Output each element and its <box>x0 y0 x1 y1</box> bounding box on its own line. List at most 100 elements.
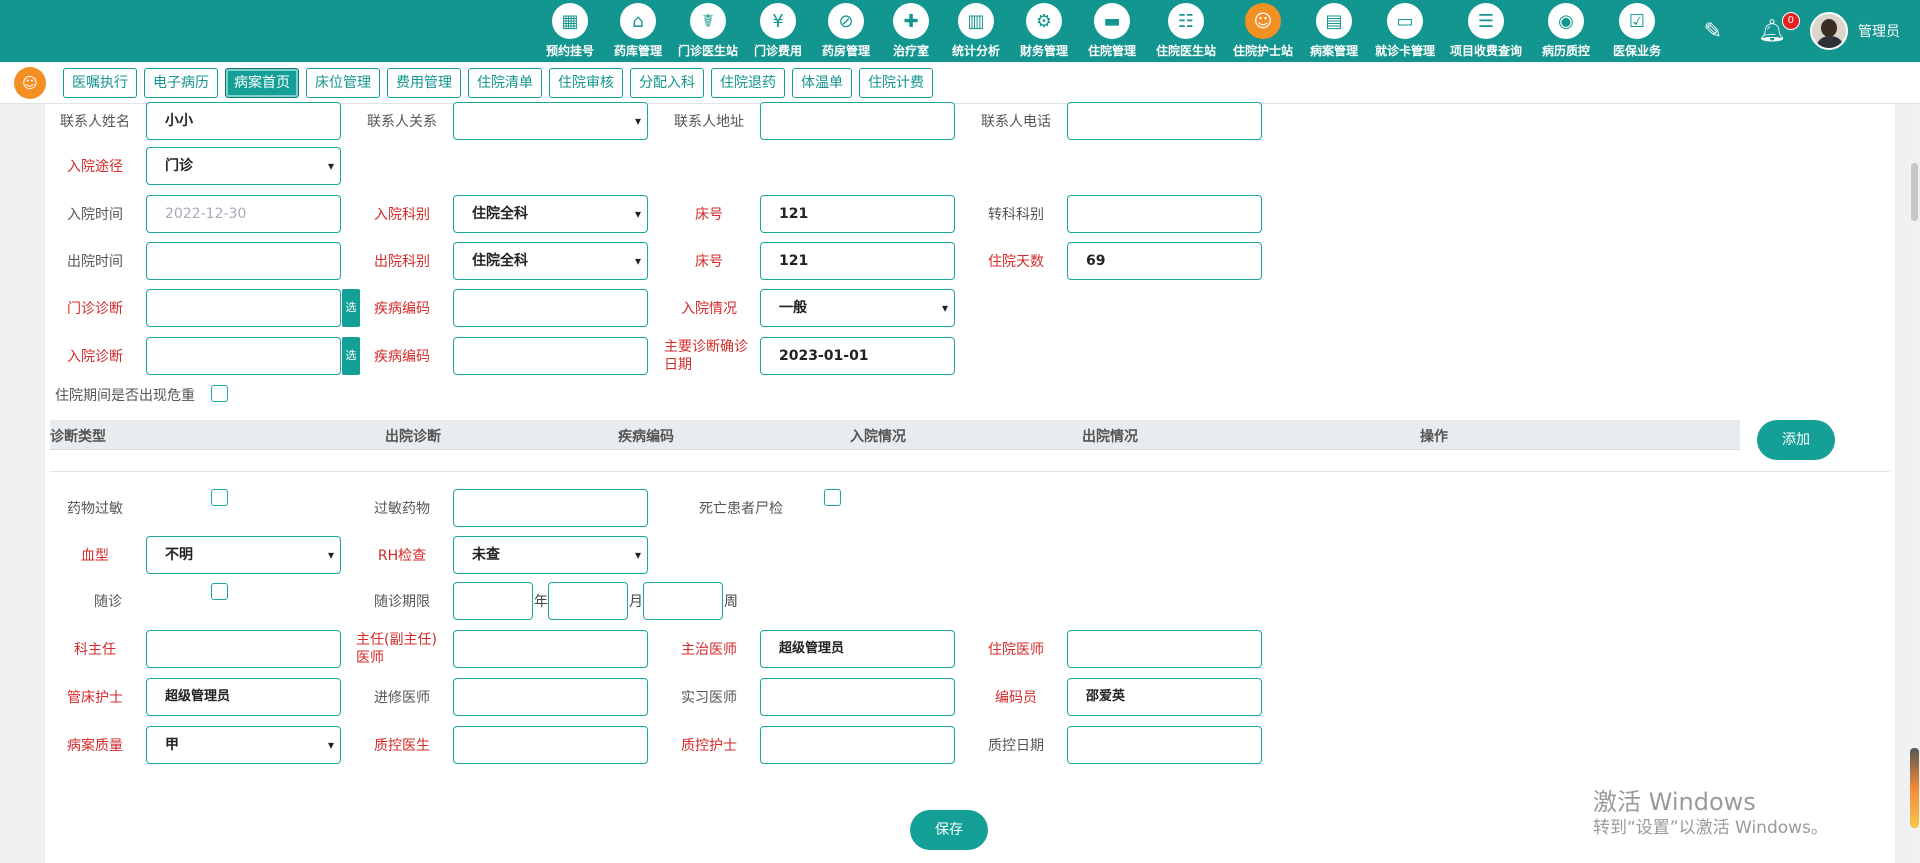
contact-phone-field[interactable] <box>1067 102 1262 140</box>
insurance-icon: ☑ <box>1619 3 1655 39</box>
nav-item-calendar[interactable]: ▦ 预约挂号 <box>536 0 604 62</box>
nav-item-chart[interactable]: ▥ 统计分析 <box>942 0 1010 62</box>
doctor-icon: ☤ <box>690 3 726 39</box>
disease-code-label: 疾病编码 <box>374 301 430 317</box>
contact-address-field[interactable] <box>760 102 955 140</box>
tab-1[interactable]: 电子病历 <box>144 68 218 98</box>
nav-item-insurance[interactable]: ☑ 医保业务 <box>1602 0 1672 62</box>
drug-allergy-checkbox[interactable] <box>211 489 228 506</box>
watermark-line2: 转到“设置”以激活 Windows。 <box>1593 818 1828 838</box>
contact-relation-select[interactable] <box>453 102 648 140</box>
nav-item-record[interactable]: ▤ 病案管理 <box>1300 0 1368 62</box>
nav-item-finance-gear[interactable]: ⚙ 财务管理 <box>1010 0 1078 62</box>
admission-time-field[interactable]: 2022-12-30 <box>146 195 341 233</box>
bell-icon[interactable]: 🔔︎ 0 <box>1758 11 1800 44</box>
unit-month: 月 <box>629 594 643 610</box>
autopsy-checkbox[interactable] <box>824 489 841 506</box>
add-diagnosis-button[interactable]: 添加 <box>1757 420 1835 460</box>
admission-dept-select[interactable]: 住院全科 <box>453 195 648 233</box>
resident-doctor-label: 住院医师 <box>988 642 1044 658</box>
resident-doctor-field[interactable] <box>1067 630 1262 668</box>
avatar[interactable] <box>1810 12 1848 50</box>
discharge-time-field[interactable] <box>146 242 341 280</box>
admission-time-label: 入院时间 <box>67 207 123 223</box>
nav-item-label: 住院医生站 <box>1155 44 1216 58</box>
discharge-time-label: 出院时间 <box>67 254 123 270</box>
tab-0[interactable]: 医嘱执行 <box>63 68 137 98</box>
disease-code-field[interactable] <box>453 289 648 327</box>
nav-item-card[interactable]: ▭ 就诊卡管理 <box>1368 0 1442 62</box>
dept-director-field[interactable] <box>146 630 341 668</box>
blood-type-label: 血型 <box>81 548 109 564</box>
save-button[interactable]: 保存 <box>910 810 988 850</box>
nav-item-warehouse[interactable]: ⌂ 药库管理 <box>604 0 672 62</box>
tab-9[interactable]: 体温单 <box>792 68 852 98</box>
qc-date-label: 质控日期 <box>988 738 1044 754</box>
tab-10[interactable]: 住院计费 <box>859 68 933 98</box>
bed-no2-field[interactable]: 121 <box>760 242 955 280</box>
pencil-icon[interactable]: ✎ <box>1704 19 1722 44</box>
tab-8[interactable]: 住院退药 <box>711 68 785 98</box>
main-diag-date-field[interactable]: 2023-01-01 <box>760 337 955 375</box>
pill-icon: ⊘ <box>828 3 864 39</box>
followup-week-field[interactable] <box>643 582 723 620</box>
transfer-dept-field[interactable] <box>1067 195 1262 233</box>
fee-query-icon: ☰ <box>1468 3 1504 39</box>
user-name[interactable]: 管理员 <box>1858 21 1900 41</box>
tab-2[interactable]: 病案首页 <box>225 68 299 98</box>
calendar-icon: ▦ <box>552 3 588 39</box>
nav-item-quality[interactable]: ◉ 病历质控 <box>1530 0 1602 62</box>
nav-item-pill[interactable]: ⊘ 药房管理 <box>812 0 880 62</box>
scrollbar-thumb[interactable] <box>1911 163 1918 221</box>
bed-icon: ▬ <box>1094 3 1130 39</box>
followup-year-field[interactable] <box>453 582 533 620</box>
admission-condition-select[interactable]: 一般 <box>760 289 955 327</box>
allergy-drug-field[interactable] <box>453 489 648 527</box>
intern-doctor-field[interactable] <box>760 678 955 716</box>
visiting-doctor-field[interactable] <box>453 678 648 716</box>
tab-5[interactable]: 住院清单 <box>468 68 542 98</box>
tab-4[interactable]: 费用管理 <box>387 68 461 98</box>
chief-doctor-field[interactable] <box>453 630 648 668</box>
qc-doctor-field[interactable] <box>453 726 648 764</box>
critical-checkbox[interactable] <box>211 385 228 402</box>
discharge-dept-select[interactable]: 住院全科 <box>453 242 648 280</box>
rh-select[interactable]: 未查 <box>453 536 648 574</box>
contact-name-field[interactable]: 小小 <box>146 102 341 140</box>
tab-6[interactable]: 住院审核 <box>549 68 623 98</box>
tab-7[interactable]: 分配入科 <box>630 68 704 98</box>
medical-record-home-form: 联系人姓名 小小 联系人关系 联系人地址 联系人电话 入院途径 门诊 入院时间 … <box>45 102 1895 863</box>
bed-no2-label: 床号 <box>695 254 723 270</box>
coder-field[interactable]: 邵爱英 <box>1067 678 1262 716</box>
chief-doctor-label: 主任(副主任)医师 <box>356 632 437 666</box>
admission-diag-field[interactable] <box>146 337 341 375</box>
qc-date-field[interactable] <box>1067 726 1262 764</box>
nav-item-label: 医保业务 <box>1612 44 1661 58</box>
critical-label: 住院期间是否出现危重 <box>55 388 195 404</box>
col-actions: 操作 <box>1420 429 1448 445</box>
yen-icon: ¥ <box>760 3 796 39</box>
outpatient-diag-field[interactable] <box>146 289 341 327</box>
bed-no-field[interactable]: 121 <box>760 195 955 233</box>
tab-3[interactable]: 床位管理 <box>306 68 380 98</box>
nav-item-nurse[interactable]: ✚ 治疗室 <box>880 0 942 62</box>
qc-nurse-field[interactable] <box>760 726 955 764</box>
admission-route-select[interactable]: 门诊 <box>146 147 341 185</box>
bed-nurse-field[interactable]: 超级管理员 <box>146 678 341 716</box>
qc-nurse-label: 质控护士 <box>681 738 737 754</box>
disease-code2-field[interactable] <box>453 337 648 375</box>
followup-month-field[interactable] <box>548 582 628 620</box>
blood-type-select[interactable]: 不明 <box>146 536 341 574</box>
nav-item-fee-query[interactable]: ☰ 项目收费查询 <box>1442 0 1530 62</box>
attending-doctor-field[interactable]: 超级管理员 <box>760 630 955 668</box>
nav-item-bed[interactable]: ▬ 住院管理 <box>1078 0 1146 62</box>
nav-item-nurse-station[interactable]: ☺ 住院护士站 <box>1226 0 1300 62</box>
nav-item-inpatient-doctor[interactable]: ☷ 住院医生站 <box>1146 0 1226 62</box>
nav-item-label: 门诊费用 <box>753 44 802 58</box>
record-quality-label: 病案质量 <box>67 738 123 754</box>
stay-days-field[interactable]: 69 <box>1067 242 1262 280</box>
nav-item-yen[interactable]: ¥ 门诊费用 <box>744 0 812 62</box>
record-quality-select[interactable]: 甲 <box>146 726 341 764</box>
nav-item-doctor[interactable]: ☤ 门诊医生站 <box>672 0 744 62</box>
followup-checkbox[interactable] <box>211 583 228 600</box>
